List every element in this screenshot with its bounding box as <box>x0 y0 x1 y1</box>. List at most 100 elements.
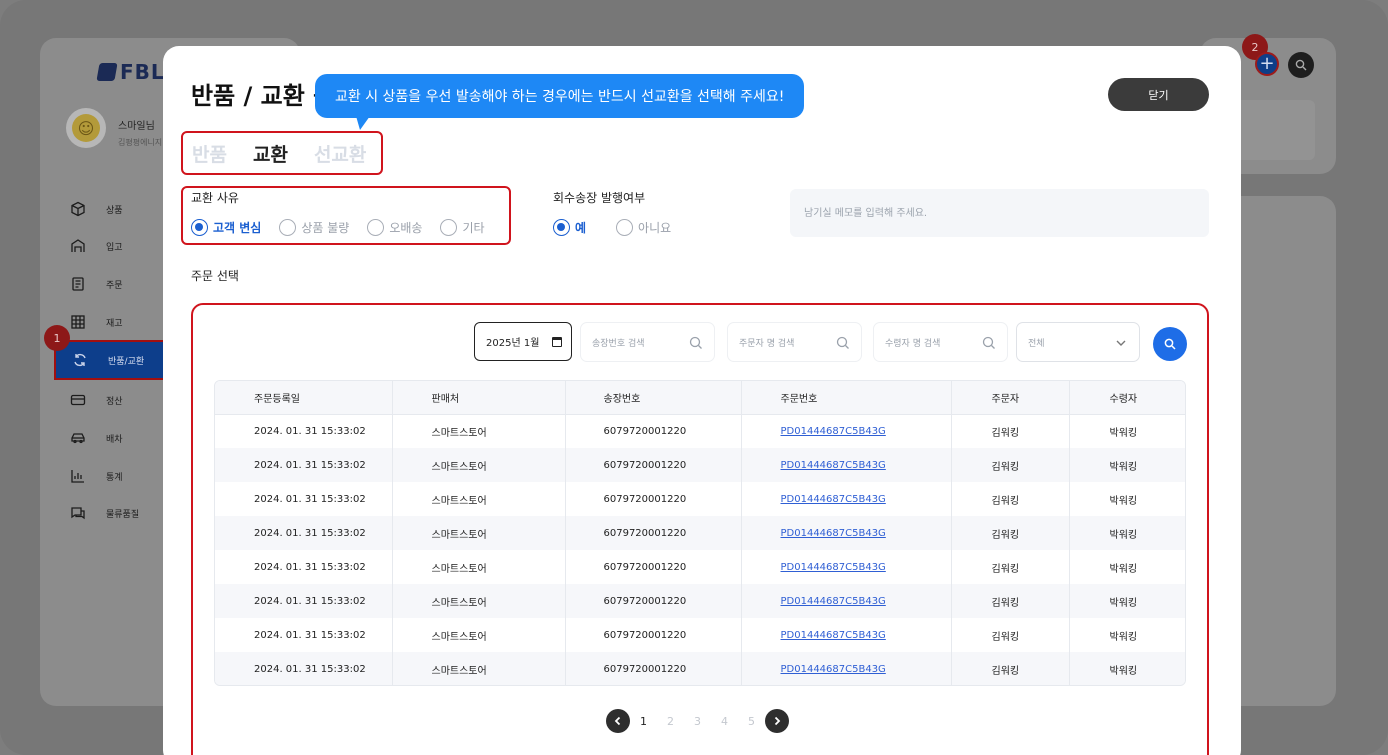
cell-order-number: PD01444687C5B43G <box>741 550 952 584</box>
order-number-link[interactable]: PD01444687C5B43G <box>781 426 886 437</box>
cell-orderer: 김워킹 <box>951 584 1070 618</box>
radio-label: 기타 <box>462 221 485 235</box>
search-icon <box>1295 59 1307 71</box>
sidebar-item-returns[interactable]: 반품/교환 <box>54 340 166 380</box>
prev-page-button[interactable] <box>606 709 630 733</box>
orderer-search-placeholder: 주문자 명 검색 <box>739 338 795 349</box>
reason-radio-change-of-mind[interactable]: 고객 변심 <box>191 219 261 236</box>
header-invoice[interactable]: 송장번호 <box>565 381 742 415</box>
reason-radio-defect[interactable]: 상품 불량 <box>279 219 349 236</box>
header-receiver[interactable]: 수령자 <box>1069 381 1185 415</box>
cell-receiver: 박워킹 <box>1069 448 1185 482</box>
radio-label: 오배송 <box>389 221 423 235</box>
reason-radio-misdelivery[interactable]: 오배송 <box>367 219 422 236</box>
radio-label: 고객 변심 <box>213 221 262 235</box>
sidebar-item-label: 주문 <box>106 280 123 291</box>
order-number-link[interactable]: PD01444687C5B43G <box>781 664 886 675</box>
orderer-search-input[interactable]: 주문자 명 검색 <box>727 322 862 362</box>
cell-order-number: PD01444687C5B43G <box>741 448 952 482</box>
table-row[interactable]: 2024. 01. 31 15:33:02 스마트스토어 6079720001220… <box>215 516 1185 550</box>
table-row[interactable]: 2024. 01. 31 15:33:02 스마트스토어 6079720001220… <box>215 482 1185 516</box>
logo[interactable]: FBL <box>96 60 165 84</box>
page-number[interactable]: 3 <box>684 715 711 728</box>
header-seller[interactable]: 판매처 <box>392 381 566 415</box>
reason-radio-other[interactable]: 기타 <box>440 219 485 236</box>
sidebar-item-inbound[interactable]: 입고 <box>70 236 123 256</box>
cell-orderer: 김워킹 <box>951 516 1070 550</box>
sidebar-item-dispatch[interactable]: 배차 <box>70 428 123 448</box>
cell-invoice: 6079720001220 <box>565 448 742 482</box>
search-button[interactable] <box>1153 327 1187 361</box>
sidebar-item-quality[interactable]: 물류품질 <box>70 503 139 523</box>
table-header-row: 주문등록일 판매처 송장번호 주문번호 주문자 수령자 <box>215 381 1185 415</box>
cell-invoice: 6079720001220 <box>565 482 742 516</box>
sidebar-item-products[interactable]: 상품 <box>70 199 123 219</box>
radio-unchecked-icon <box>440 219 458 236</box>
order-table: 주문등록일 판매처 송장번호 주문번호 주문자 수령자 2024. 01. 31… <box>214 380 1186 686</box>
cell-seller: 스마트스토어 <box>392 516 566 550</box>
logo-text: FBL <box>120 60 165 84</box>
month-picker[interactable]: 2025년 1월 <box>474 322 572 361</box>
radio-label: 아니요 <box>638 221 672 235</box>
cell-seller: 스마트스토어 <box>392 618 566 652</box>
next-page-button[interactable] <box>765 709 789 733</box>
order-number-link[interactable]: PD01444687C5B43G <box>781 630 886 641</box>
table-row[interactable]: 2024. 01. 31 15:33:02 스마트스토어 6079720001220… <box>215 550 1185 584</box>
cell-receiver: 박워킹 <box>1109 495 1138 507</box>
tab-exchange[interactable]: 교환 <box>253 140 288 167</box>
invoice-search-input[interactable]: 송장번호 검색 <box>580 322 715 362</box>
page-number[interactable]: 4 <box>711 715 738 728</box>
return-exchange-modal: 반품 / 교환 등록 교환 시 상품을 우선 발송해야 하는 경우에는 반드시 … <box>163 46 1241 755</box>
tab-return[interactable]: 반품 <box>192 140 227 167</box>
tab-pre-exchange[interactable]: 선교환 <box>314 140 366 167</box>
sidebar-item-label: 물류품질 <box>106 509 140 520</box>
chevron-left-icon <box>614 716 621 726</box>
status-select[interactable]: 전체 <box>1016 322 1140 362</box>
cell-receiver: 박워킹 <box>1069 584 1185 618</box>
cell-orderer: 김워킹 <box>951 482 1070 516</box>
header-order-number[interactable]: 주문번호 <box>741 381 952 415</box>
order-number-link[interactable]: PD01444687C5B43G <box>781 460 886 471</box>
return-invoice-radio-yes[interactable]: 예 <box>553 219 586 236</box>
order-number-link[interactable]: PD01444687C5B43G <box>781 562 886 573</box>
page-number[interactable]: 5 <box>738 715 765 728</box>
reason-radio-group: 고객 변심 상품 불량 오배송 기타 <box>191 219 503 236</box>
avatar[interactable]: ☺ <box>66 108 106 148</box>
cell-receiver: 박워킹 <box>1109 563 1138 575</box>
invoice-search-placeholder: 송장번호 검색 <box>592 338 645 349</box>
return-invoice-radio-no[interactable]: 아니요 <box>616 219 671 236</box>
header-order-date[interactable]: 주문등록일 <box>215 381 393 415</box>
global-search-button[interactable] <box>1288 52 1314 78</box>
receiver-search-input[interactable]: 수령자 명 검색 <box>873 322 1008 362</box>
sidebar-item-statistics[interactable]: 통계 <box>70 466 123 486</box>
sidebar-item-inventory[interactable]: 재고 <box>70 312 123 332</box>
sidebar-item-settlement[interactable]: 정산 <box>70 390 123 410</box>
close-button[interactable]: 닫기 <box>1108 78 1209 111</box>
order-number-link[interactable]: PD01444687C5B43G <box>781 494 886 505</box>
sidebar-item-label: 입고 <box>106 242 123 253</box>
sidebar-item-orders[interactable]: 주문 <box>70 274 123 294</box>
cell-seller: 스마트스토어 <box>392 652 566 685</box>
page-number[interactable]: 2 <box>657 715 684 728</box>
order-number-link[interactable]: PD01444687C5B43G <box>781 596 886 607</box>
memo-input[interactable] <box>790 189 1209 237</box>
table-row[interactable]: 2024. 01. 31 15:33:02 스마트스토어 6079720001220… <box>215 414 1185 448</box>
warehouse-icon <box>70 238 86 254</box>
page-number[interactable]: 1 <box>630 715 657 728</box>
sidebar-item-label: 반품/교환 <box>108 356 145 367</box>
table-row[interactable]: 2024. 01. 31 15:33:02 스마트스토어 6079720001220… <box>215 652 1185 685</box>
cell-order-date: 2024. 01. 31 15:33:02 <box>215 516 393 550</box>
grid-icon <box>70 314 86 330</box>
sidebar-item-label: 정산 <box>106 396 123 407</box>
header-orderer[interactable]: 주문자 <box>951 381 1070 415</box>
search-icon <box>689 336 702 349</box>
refresh-icon <box>72 352 88 368</box>
table-row[interactable]: 2024. 01. 31 15:33:02 스마트스토어 6079720001220… <box>215 618 1185 652</box>
radio-label: 예 <box>575 221 587 235</box>
order-number-link[interactable]: PD01444687C5B43G <box>781 528 886 539</box>
logo-mark-icon <box>96 63 118 81</box>
cell-seller: 스마트스토어 <box>392 414 566 448</box>
table-row[interactable]: 2024. 01. 31 15:33:02 스마트스토어 6079720001220… <box>215 584 1185 618</box>
table-row[interactable]: 2024. 01. 31 15:33:02 스마트스토어 6079720001220… <box>215 448 1185 482</box>
add-button[interactable]: + <box>1255 52 1279 76</box>
